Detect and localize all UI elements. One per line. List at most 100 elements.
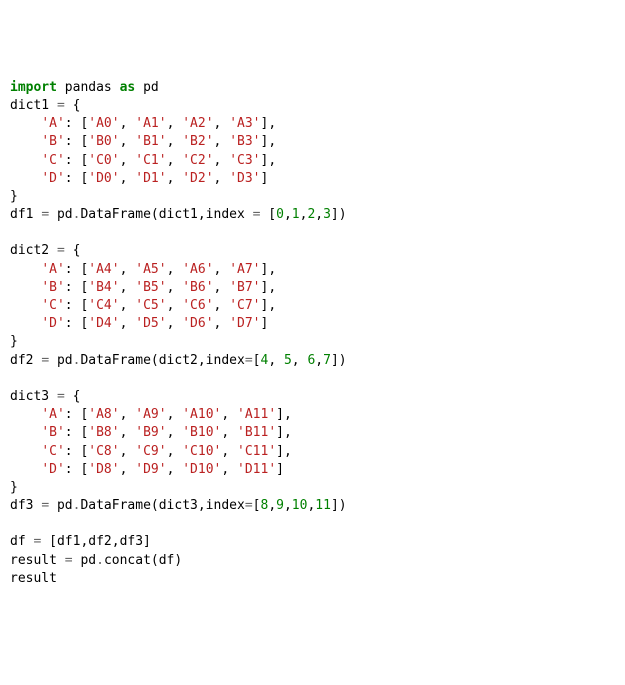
code-token: pd bbox=[49, 207, 72, 222]
code-token: , bbox=[315, 353, 323, 368]
code-token: 'C5' bbox=[135, 298, 166, 313]
code-token: = bbox=[57, 243, 65, 258]
code-token: , bbox=[120, 280, 136, 295]
code-token bbox=[10, 153, 41, 168]
code-token: , bbox=[120, 316, 136, 331]
code-token: DataFrame(dict1,index bbox=[80, 207, 252, 222]
code-token: df1 bbox=[10, 207, 41, 222]
code-token bbox=[10, 407, 41, 422]
code-token: 'B1' bbox=[135, 134, 166, 149]
code-token: 'C3' bbox=[229, 153, 260, 168]
code-token: import bbox=[10, 80, 57, 95]
code-token: : [ bbox=[65, 444, 88, 459]
code-token bbox=[10, 116, 41, 131]
code-token: , bbox=[214, 316, 230, 331]
code-token: = bbox=[57, 98, 65, 113]
code-token bbox=[10, 462, 41, 477]
code-token: df3 bbox=[10, 498, 41, 513]
code-token: 'C10' bbox=[182, 444, 221, 459]
code-token: ], bbox=[276, 425, 292, 440]
code-token: 'D' bbox=[41, 462, 64, 477]
code-line: 'D': ['D8', 'D9', 'D10', 'D11'] bbox=[10, 461, 615, 479]
code-line: dict2 = { bbox=[10, 242, 615, 260]
code-line: 'A': ['A0', 'A1', 'A2', 'A3'], bbox=[10, 115, 615, 133]
code-token: , bbox=[221, 425, 237, 440]
code-token: 'A6' bbox=[182, 262, 213, 277]
code-token bbox=[10, 444, 41, 459]
code-token: 'D5' bbox=[135, 316, 166, 331]
code-token: , bbox=[167, 425, 183, 440]
code-line: 'C': ['C4', 'C5', 'C6', 'C7'], bbox=[10, 297, 615, 315]
code-token: 'C' bbox=[41, 298, 64, 313]
code-token bbox=[10, 425, 41, 440]
code-token: 'B0' bbox=[88, 134, 119, 149]
code-token: 0 bbox=[276, 207, 284, 222]
code-token bbox=[10, 298, 41, 313]
code-token: 'B4' bbox=[88, 280, 119, 295]
code-token: pd bbox=[135, 80, 158, 95]
code-line: 'D': ['D4', 'D5', 'D6', 'D7'] bbox=[10, 315, 615, 333]
code-token: ] bbox=[261, 171, 269, 186]
code-token: 'A5' bbox=[135, 262, 166, 277]
code-token: 'D9' bbox=[135, 462, 166, 477]
code-token: 'C9' bbox=[135, 444, 166, 459]
code-token: 'D7' bbox=[229, 316, 260, 331]
code-token: concat(df) bbox=[104, 553, 182, 568]
code-token: 'B' bbox=[41, 280, 64, 295]
code-token: 'C11' bbox=[237, 444, 276, 459]
code-line: result bbox=[10, 570, 615, 588]
code-token: 'C6' bbox=[182, 298, 213, 313]
code-token: : [ bbox=[65, 280, 88, 295]
code-token bbox=[10, 316, 41, 331]
code-token: 'A1' bbox=[135, 116, 166, 131]
code-token: df bbox=[10, 534, 33, 549]
code-line bbox=[10, 370, 615, 388]
code-token: 7 bbox=[323, 353, 331, 368]
code-token: dict3 bbox=[10, 389, 57, 404]
code-token: , bbox=[167, 462, 183, 477]
code-token: ], bbox=[261, 134, 277, 149]
code-token: 10 bbox=[292, 498, 308, 513]
code-token: = bbox=[33, 534, 41, 549]
code-token: 'A' bbox=[41, 116, 64, 131]
code-line: 'A': ['A8', 'A9', 'A10', 'A11'], bbox=[10, 406, 615, 424]
code-token: ], bbox=[261, 262, 277, 277]
code-token: { bbox=[65, 389, 81, 404]
code-token: ], bbox=[261, 298, 277, 313]
code-line: 'B': ['B4', 'B5', 'B6', 'B7'], bbox=[10, 279, 615, 297]
code-line: df1 = pd.DataFrame(dict1,index = [0,1,2,… bbox=[10, 206, 615, 224]
code-token: pd bbox=[49, 353, 72, 368]
code-token: 'B7' bbox=[229, 280, 260, 295]
code-token: 'B8' bbox=[88, 425, 119, 440]
code-line: dict1 = { bbox=[10, 97, 615, 115]
code-token: , bbox=[315, 207, 323, 222]
code-line: 'B': ['B0', 'B1', 'B2', 'B3'], bbox=[10, 133, 615, 151]
code-token bbox=[10, 280, 41, 295]
code-token: : [ bbox=[65, 462, 88, 477]
code-line: result = pd.concat(df) bbox=[10, 552, 615, 570]
code-token: 'A7' bbox=[229, 262, 260, 277]
code-line: df2 = pd.DataFrame(dict2,index=[4, 5, 6,… bbox=[10, 352, 615, 370]
code-token: 9 bbox=[276, 498, 284, 513]
code-line: df3 = pd.DataFrame(dict3,index=[8,9,10,1… bbox=[10, 497, 615, 515]
code-token: dict1 bbox=[10, 98, 57, 113]
code-token: : [ bbox=[65, 316, 88, 331]
code-token: result bbox=[10, 553, 65, 568]
code-token: dict2 bbox=[10, 243, 57, 258]
code-line: 'C': ['C8', 'C9', 'C10', 'C11'], bbox=[10, 443, 615, 461]
code-token: ], bbox=[261, 153, 277, 168]
code-token: : [ bbox=[65, 407, 88, 422]
code-line: import pandas as pd bbox=[10, 79, 615, 97]
code-token: : [ bbox=[65, 153, 88, 168]
code-token: 'C' bbox=[41, 153, 64, 168]
code-token: ], bbox=[276, 407, 292, 422]
code-token: ], bbox=[276, 444, 292, 459]
code-token: , bbox=[214, 134, 230, 149]
code-token: , bbox=[284, 207, 292, 222]
code-token: , bbox=[221, 407, 237, 422]
code-line: 'B': ['B8', 'B9', 'B10', 'B11'], bbox=[10, 424, 615, 442]
code-token: 'C4' bbox=[88, 298, 119, 313]
code-token: [ bbox=[260, 207, 276, 222]
code-token: , bbox=[167, 444, 183, 459]
code-token: , bbox=[214, 262, 230, 277]
